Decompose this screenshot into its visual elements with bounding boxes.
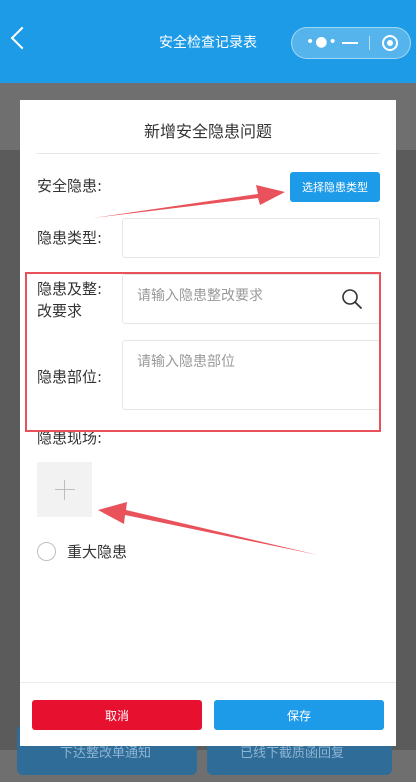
select-hazard-type-button[interactable]: 选择隐患类型 — [290, 172, 380, 202]
major-hazard-radio[interactable] — [37, 542, 56, 561]
highlight-box — [25, 272, 381, 432]
hazard-type-label: 隐患类型: — [37, 229, 103, 247]
hazard-label: 安全隐患: — [37, 177, 103, 195]
title-divider — [36, 153, 380, 154]
capsule-divider — [369, 36, 370, 50]
cancel-button[interactable]: 取消 — [32, 700, 202, 730]
plus-icon — [55, 489, 75, 490]
plus-icon-vertical — [64, 480, 65, 500]
major-hazard-label: 重大隐患 — [67, 543, 128, 561]
footer-divider — [20, 682, 396, 683]
navigation-bar: 安全检查记录表 •●• — [0, 0, 416, 83]
hazard-type-field[interactable] — [122, 218, 380, 258]
minimize-icon[interactable] — [342, 42, 358, 44]
close-target-icon[interactable] — [382, 35, 398, 51]
mini-program-capsule: •●• — [291, 27, 411, 59]
modal-title: 新增安全隐患问题 — [143, 122, 272, 141]
upload-photo-button[interactable] — [37, 462, 92, 517]
save-button[interactable]: 保存 — [214, 700, 384, 730]
more-icon[interactable]: •●• — [306, 35, 338, 49]
